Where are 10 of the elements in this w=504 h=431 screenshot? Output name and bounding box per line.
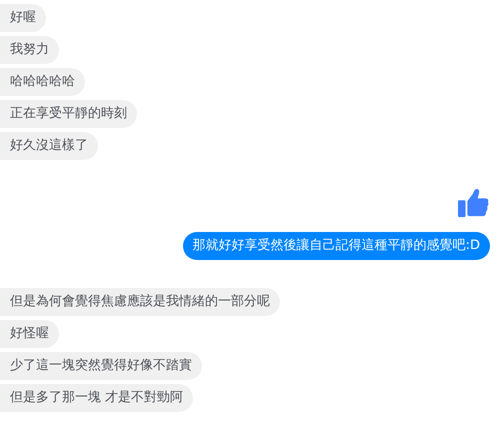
message-bubble: 那就好好享受然後讓自己記得這種平靜的感覺吧:D [182,232,490,260]
message-bubble: 少了這一塊突然覺得好像不踏實 [0,352,202,380]
message-bubble: 正在享受平靜的時刻 [0,100,137,128]
message-bubble: 好怪喔 [0,320,59,348]
message-bubble: 我努力 [0,36,59,64]
message-bubble: 但是為何會覺得焦慮應該是我情緒的一部分呢 [0,288,280,316]
message-bubble: 好久沒這樣了 [0,132,98,160]
message-bubble: 好喔 [0,4,46,32]
message-bubble: 但是多了那一塊 才是不對勁阿 [0,384,194,412]
message-bubble: 哈哈哈哈哈 [0,68,85,96]
